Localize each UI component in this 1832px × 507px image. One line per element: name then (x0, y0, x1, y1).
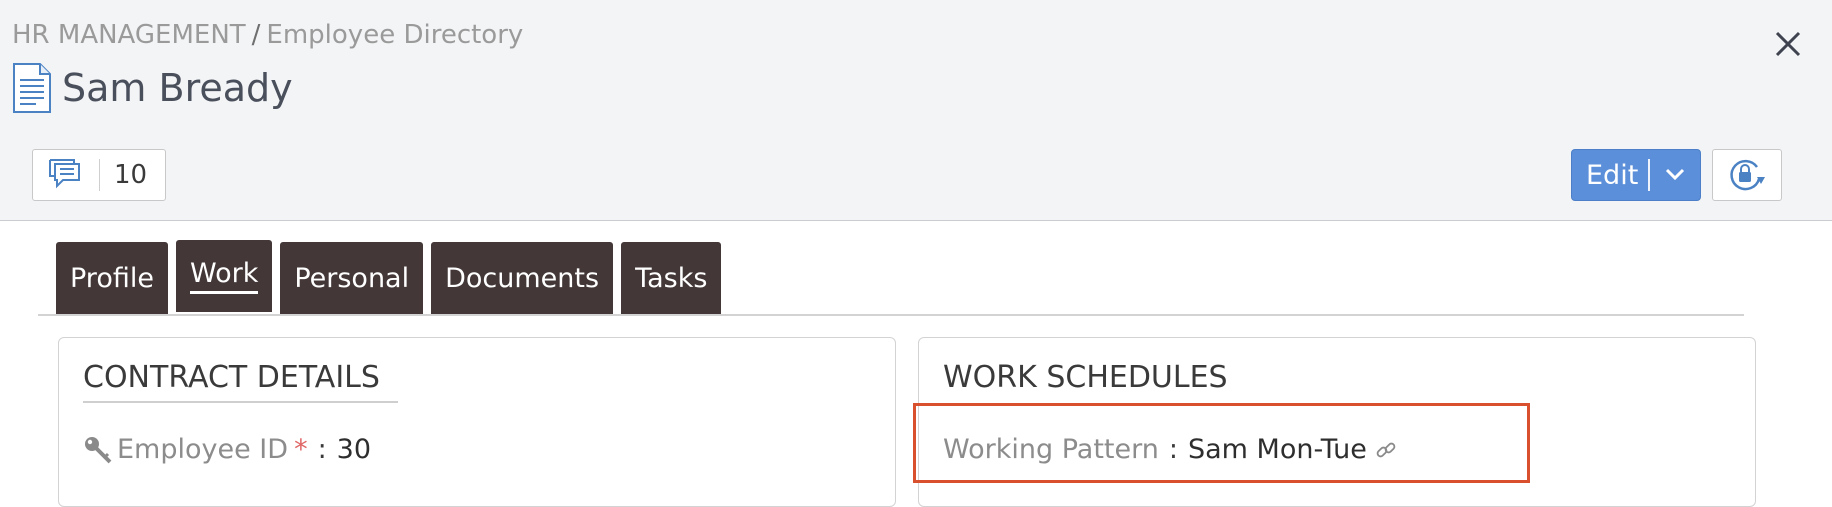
chat-icon (49, 159, 80, 189)
edit-button-label: Edit (1586, 159, 1639, 191)
tab-documents[interactable]: Documents (431, 242, 614, 314)
contract-details-title: CONTRACT DETAILS (83, 360, 398, 403)
breadcrumb-separator: / (251, 20, 261, 50)
record-header: HR MANAGEMENT / Employee Directory Sam Bre… (0, 0, 1832, 221)
breadcrumb: HR MANAGEMENT / Employee Directory (12, 20, 523, 50)
record-title-row: Sam Bready (12, 62, 293, 114)
message-count: 10 (114, 160, 148, 190)
edit-button[interactable]: Edit (1571, 149, 1701, 201)
tab-personal[interactable]: Personal (280, 242, 424, 314)
employee-id-value: 30 (336, 434, 372, 465)
close-icon (1775, 31, 1801, 57)
tab-label: Work (189, 258, 259, 294)
lock-refresh-icon (1730, 159, 1765, 191)
tab-profile[interactable]: Profile (56, 242, 168, 314)
messages-button[interactable]: 10 (32, 149, 166, 201)
contract-details-panel: CONTRACT DETAILS Employee ID * : 30 (58, 337, 896, 507)
tab-label: Tasks (635, 262, 708, 294)
tab-work[interactable]: Work (175, 240, 273, 312)
close-button[interactable] (1768, 24, 1808, 64)
page-title: Sam Bready (62, 66, 293, 110)
highlight-box (913, 403, 1530, 483)
edit-dropdown-toggle[interactable] (1650, 166, 1700, 185)
field-colon: : (317, 434, 327, 465)
required-indicator: * (294, 434, 308, 465)
tab-label: Documents (445, 262, 600, 294)
breadcrumb-section[interactable]: HR MANAGEMENT (12, 20, 246, 50)
record-tabs: Profile Work Personal Documents Tasks (56, 240, 729, 314)
work-schedules-title: WORK SCHEDULES (943, 360, 1228, 395)
breadcrumb-page[interactable]: Employee Directory (266, 20, 523, 50)
employee-id-label: Employee ID (117, 434, 289, 465)
edit-button-divider (1648, 159, 1650, 191)
tab-label: Profile (70, 262, 154, 294)
key-icon (85, 436, 112, 463)
tabs-divider (38, 314, 1744, 316)
employee-id-field: Employee ID * : 30 (83, 434, 371, 465)
chevron-down-icon (1665, 168, 1685, 180)
messages-divider (99, 159, 100, 191)
tab-label: Personal (294, 262, 410, 294)
document-icon (13, 63, 51, 113)
tab-tasks[interactable]: Tasks (621, 242, 722, 314)
lock-toggle-button[interactable] (1712, 149, 1782, 201)
